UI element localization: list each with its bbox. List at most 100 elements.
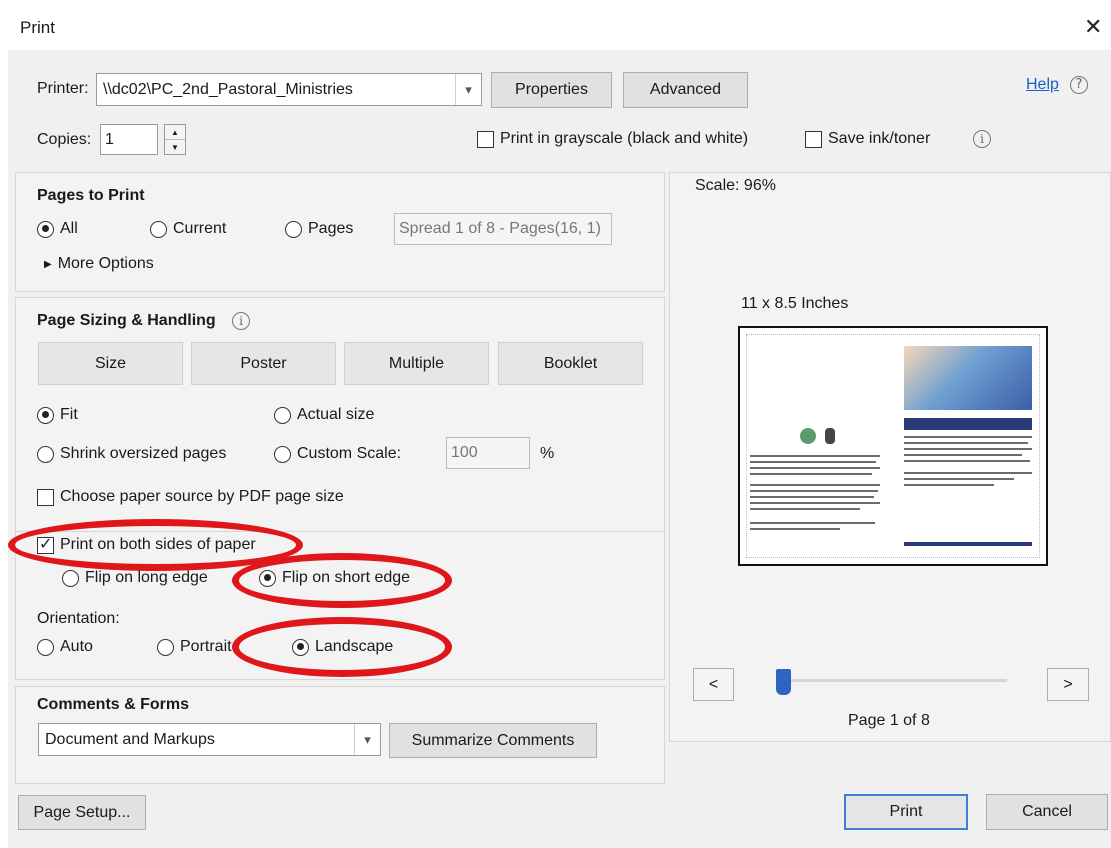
info-icon[interactable]: i — [973, 130, 991, 148]
pages-range-radio[interactable] — [285, 220, 302, 238]
tab-booklet[interactable]: Booklet — [498, 342, 643, 385]
pages-current-option[interactable]: Current — [150, 220, 226, 238]
summarize-comments-button[interactable]: Summarize Comments — [389, 723, 597, 758]
advanced-button[interactable]: Advanced — [623, 72, 748, 108]
triangle-right-icon: ▶ — [44, 258, 52, 270]
divider — [16, 531, 664, 532]
orientation-auto-option[interactable]: Auto — [37, 638, 93, 656]
close-icon[interactable]: ✕ — [1084, 14, 1102, 40]
tab-size[interactable]: Size — [38, 342, 183, 385]
more-options-label: More Options — [57, 255, 154, 272]
pages-current-label: Current — [173, 220, 227, 237]
actual-size-radio[interactable] — [274, 406, 291, 424]
prev-page-button[interactable]: < — [693, 668, 734, 701]
text-line — [750, 490, 878, 492]
stepper-down-icon[interactable]: ▼ — [165, 140, 185, 154]
page-slider-track[interactable] — [785, 679, 1007, 682]
both-sides-label: Print on both sides of paper — [60, 536, 256, 553]
properties-button[interactable]: Properties — [491, 72, 612, 108]
orientation-landscape-radio[interactable] — [292, 638, 309, 656]
pages-all-radio[interactable] — [37, 220, 54, 238]
print-button[interactable]: Print — [844, 794, 968, 830]
orientation-portrait-radio[interactable] — [157, 638, 174, 656]
fit-radio[interactable] — [37, 406, 54, 424]
flip-short-option[interactable]: Flip on short edge — [259, 569, 410, 587]
fit-label: Fit — [60, 406, 78, 423]
tab-multiple[interactable]: Multiple — [344, 342, 489, 385]
text-line — [904, 484, 994, 486]
text-line — [904, 442, 1028, 444]
printer-select[interactable]: \\dc02\PC_2nd_Pastoral_Ministries ▾ — [96, 73, 482, 106]
save-ink-label: Save ink/toner — [828, 130, 931, 147]
percent-sign: % — [540, 445, 555, 462]
custom-scale-radio[interactable] — [274, 445, 291, 463]
shrink-option[interactable]: Shrink oversized pages — [37, 445, 226, 463]
cover-image — [904, 346, 1032, 410]
text-line — [750, 502, 880, 504]
fit-option[interactable]: Fit — [37, 406, 78, 424]
pages-range-option[interactable]: Pages — [285, 220, 353, 238]
comments-select[interactable]: Document and Markups ▾ — [38, 723, 381, 756]
next-page-button[interactable]: > — [1047, 668, 1089, 701]
sizing-info-icon[interactable]: i — [232, 312, 250, 330]
orientation-landscape-label: Landscape — [315, 638, 394, 655]
copies-input[interactable]: 1 — [100, 124, 158, 155]
shrink-radio[interactable] — [37, 445, 54, 463]
pages-all-label: All — [60, 220, 78, 237]
help-question-icon[interactable]: ? — [1070, 75, 1088, 94]
orientation-landscape-option[interactable]: Landscape — [292, 638, 393, 656]
paper-source-label: Choose paper source by PDF page size — [60, 488, 344, 505]
paper-size-label: 11 x 8.5 Inches — [741, 295, 849, 312]
text-line — [750, 522, 875, 524]
text-line — [904, 460, 1030, 462]
print-preview-page — [738, 326, 1048, 566]
banner — [904, 418, 1032, 430]
save-ink-checkbox[interactable] — [805, 130, 822, 148]
text-line — [904, 454, 1022, 456]
orientation-label: Orientation: — [37, 610, 120, 627]
text-line — [750, 496, 874, 498]
help-link[interactable]: Help — [1026, 76, 1059, 94]
custom-scale-input[interactable]: 100 — [446, 437, 530, 469]
scale-readout: Scale: 96% — [695, 177, 776, 194]
both-sides-checkbox[interactable] — [37, 534, 54, 554]
logo-icon — [825, 428, 835, 444]
grayscale-checkbox[interactable] — [477, 130, 494, 148]
stepper-up-icon[interactable]: ▲ — [165, 125, 185, 140]
text-line — [750, 455, 880, 457]
flip-long-radio[interactable] — [62, 569, 79, 587]
copies-stepper[interactable]: ▲ ▼ — [164, 124, 186, 155]
pages-range-label: Pages — [308, 220, 354, 237]
window-title: Print — [20, 18, 55, 37]
save-ink-option[interactable]: Save ink/toner — [805, 130, 930, 148]
page-slider-handle[interactable] — [776, 669, 791, 695]
paper-source-option[interactable]: Choose paper source by PDF page size — [37, 488, 344, 506]
text-line — [904, 478, 1014, 480]
text-line — [750, 528, 840, 530]
printer-label: Printer: — [37, 80, 89, 97]
flip-long-option[interactable]: Flip on long edge — [62, 569, 208, 587]
cancel-button[interactable]: Cancel — [986, 794, 1108, 830]
flip-short-radio[interactable] — [259, 569, 276, 587]
grayscale-option[interactable]: Print in grayscale (black and white) — [477, 130, 748, 148]
page-sizing-heading: Page Sizing & Handling — [37, 312, 216, 329]
paper-source-checkbox[interactable] — [37, 488, 54, 506]
pages-all-option[interactable]: All — [37, 220, 78, 238]
orientation-portrait-option[interactable]: Portrait — [157, 638, 237, 656]
custom-scale-option[interactable]: Custom Scale: — [274, 445, 401, 463]
printer-select-value: \\dc02\PC_2nd_Pastoral_Ministries — [103, 80, 353, 98]
pages-range-input[interactable]: Spread 1 of 8 - Pages(16, 1) — [394, 213, 612, 245]
pages-to-print-heading: Pages to Print — [37, 187, 145, 204]
flip-long-label: Flip on long edge — [85, 569, 208, 586]
tab-poster[interactable]: Poster — [191, 342, 336, 385]
both-sides-option[interactable]: Print on both sides of paper — [37, 534, 256, 554]
more-options-toggle[interactable]: ▶ More Options — [44, 255, 154, 273]
comments-forms-heading: Comments & Forms — [37, 696, 190, 713]
text-line — [750, 508, 860, 510]
page-setup-button[interactable]: Page Setup... — [18, 795, 146, 830]
actual-size-option[interactable]: Actual size — [274, 406, 374, 424]
orientation-auto-radio[interactable] — [37, 638, 54, 656]
grayscale-label: Print in grayscale (black and white) — [500, 130, 749, 147]
custom-scale-label: Custom Scale: — [297, 445, 402, 462]
pages-current-radio[interactable] — [150, 220, 167, 238]
